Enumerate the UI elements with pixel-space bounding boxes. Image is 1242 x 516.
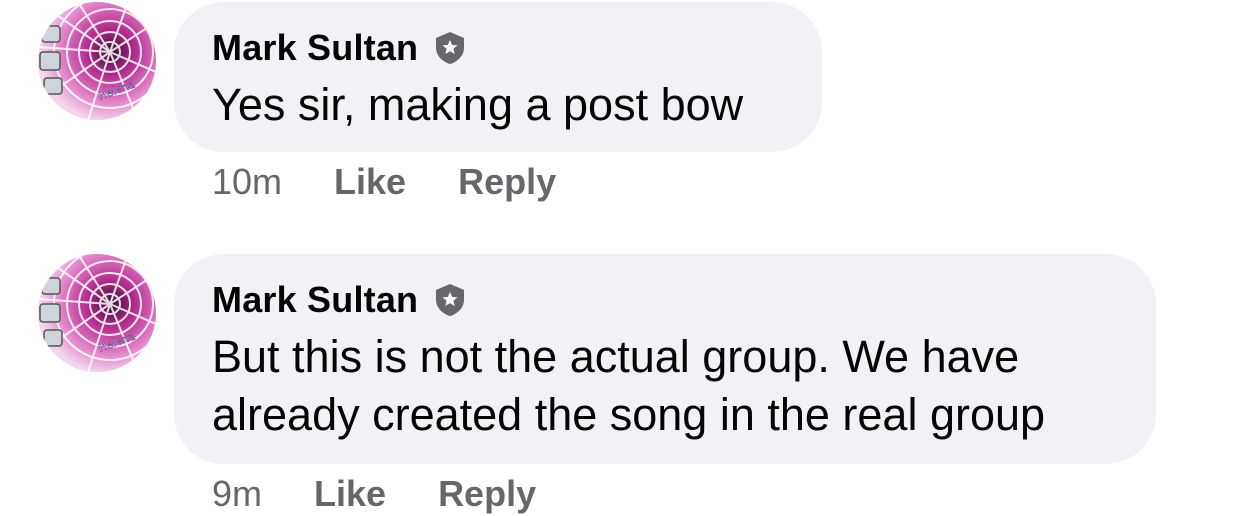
timestamp[interactable]: 10m (212, 160, 282, 204)
comment-bubble[interactable]: Mark Sultan Yes sir, making a post bow (174, 2, 822, 152)
like-button[interactable]: Like (314, 472, 386, 516)
avatar[interactable]: Helena (38, 2, 156, 120)
author-row: Mark Sultan (212, 26, 784, 70)
author-name[interactable]: Mark Sultan (212, 278, 418, 322)
comment-actions: 9m Like Reply (212, 472, 536, 516)
avatar-image: Helena (38, 2, 156, 120)
like-button[interactable]: Like (334, 160, 406, 204)
comment-text-line: But this is not the actual group. We hav… (212, 331, 1020, 382)
admin-badge-icon[interactable] (434, 31, 466, 65)
avatar[interactable]: Helena (38, 254, 156, 372)
comment-bubble[interactable]: Mark Sultan But this is not the actual g… (174, 254, 1156, 464)
comment-text: Yes sir, making a post bow (212, 76, 784, 134)
reply-button[interactable]: Reply (438, 472, 536, 516)
admin-badge-icon[interactable] (434, 283, 466, 317)
timestamp[interactable]: 9m (212, 472, 262, 516)
comment-text-line: already created the song in the real gro… (212, 389, 1046, 440)
author-row: Mark Sultan (212, 278, 1118, 322)
reply-button[interactable]: Reply (458, 160, 556, 204)
comment-text-line: Yes sir, making a post bow (212, 79, 744, 130)
comment-actions: 10m Like Reply (212, 160, 556, 204)
comment-text: But this is not the actual group. We hav… (212, 328, 1118, 444)
avatar-image: Helena (38, 254, 156, 372)
author-name[interactable]: Mark Sultan (212, 26, 418, 70)
